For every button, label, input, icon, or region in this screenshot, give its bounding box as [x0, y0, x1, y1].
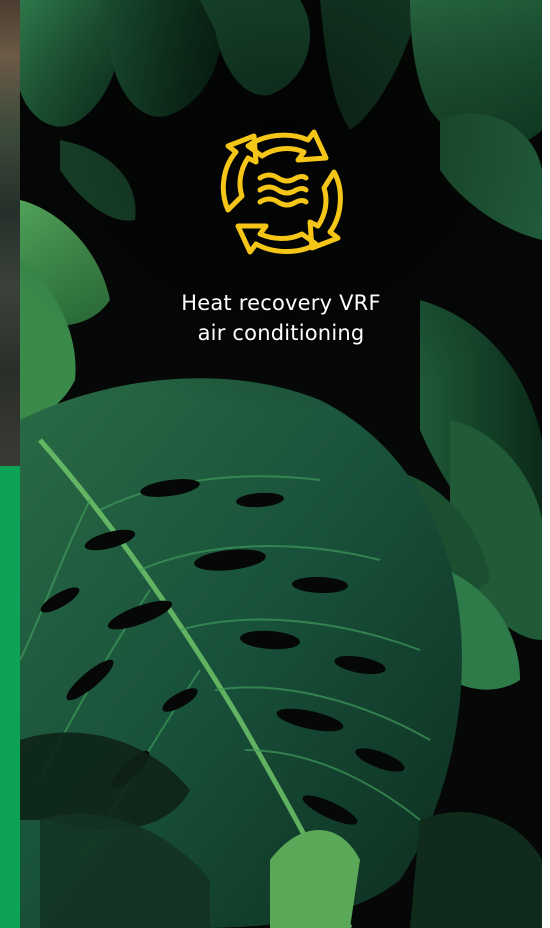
feature-title-line2: air conditioning [197, 321, 365, 345]
side-green-panel [0, 466, 20, 928]
page: Heat recovery VRF air conditioning [0, 0, 550, 928]
side-strip [0, 0, 20, 928]
feature-caption: Heat recovery VRF air conditioning [20, 288, 542, 348]
feature-title-line1: Heat recovery VRF [181, 291, 381, 315]
right-edge [542, 0, 550, 928]
side-photo [0, 0, 20, 466]
heat-recovery-cycle-icon [204, 112, 360, 268]
feature-card[interactable]: Heat recovery VRF air conditioning [20, 0, 542, 928]
